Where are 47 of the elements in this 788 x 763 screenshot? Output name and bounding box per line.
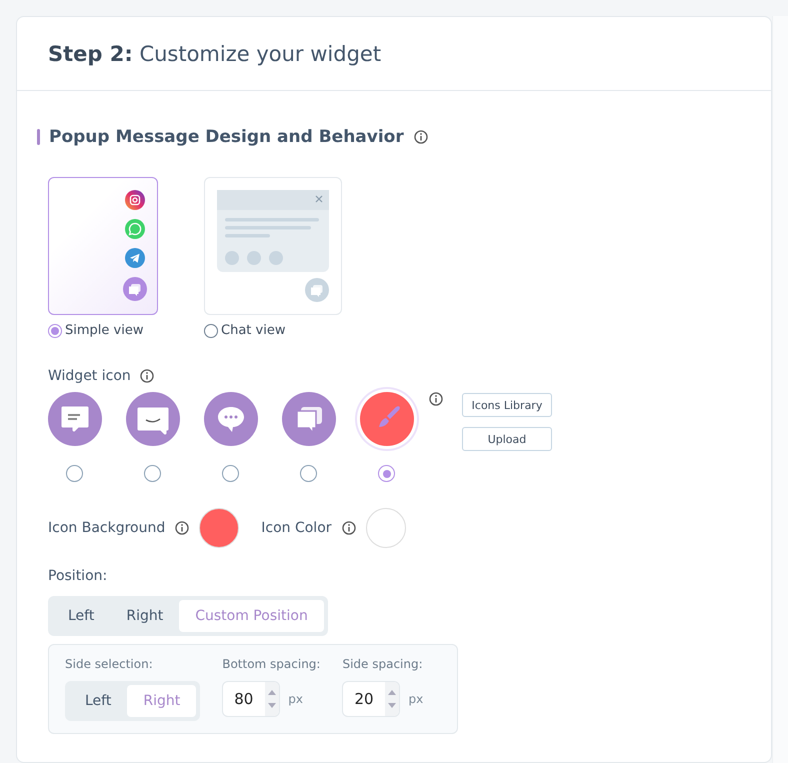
info-icon xyxy=(414,130,428,144)
radio-label: Simple view xyxy=(65,323,144,338)
info-icon xyxy=(140,369,154,383)
widget-dots-icon[interactable] xyxy=(204,392,258,446)
icons-library-button[interactable]: Icons Library xyxy=(462,393,552,417)
info-icon xyxy=(342,521,356,535)
radio-button[interactable] xyxy=(66,465,83,482)
unit-label: px xyxy=(408,692,424,706)
segment-tab[interactable]: Left xyxy=(69,685,128,717)
field-label: Icon Color xyxy=(261,520,332,536)
radio-label: Chat view xyxy=(221,323,286,338)
widget-stack-icon[interactable] xyxy=(282,392,336,446)
color-swatch[interactable] xyxy=(199,508,240,548)
number-input[interactable]: 80 xyxy=(222,681,280,717)
radio-button[interactable] xyxy=(48,324,62,338)
widget-smile-icon[interactable] xyxy=(126,392,180,446)
unit-label: px xyxy=(288,692,303,706)
radio-button[interactable] xyxy=(378,465,395,482)
field-label: Widget icon xyxy=(48,368,131,384)
field-label: Side selection: xyxy=(65,657,154,671)
widget-brush-icon[interactable] xyxy=(360,392,414,446)
telegram-icon xyxy=(125,248,145,268)
instagram-icon xyxy=(125,190,145,210)
radio-button[interactable] xyxy=(144,465,161,482)
radio-button[interactable] xyxy=(300,465,317,482)
field-label: Side spacing: xyxy=(342,657,424,671)
view-preview[interactable] xyxy=(48,177,158,315)
chat-icon xyxy=(123,277,147,301)
color-swatch[interactable] xyxy=(366,508,406,548)
radio-button[interactable] xyxy=(222,465,239,482)
field-label: Position: xyxy=(48,568,108,584)
field-label: Bottom spacing: xyxy=(222,657,320,671)
spinner-icon xyxy=(385,682,400,716)
field-label: Icon Background xyxy=(48,520,166,536)
whatsapp-icon xyxy=(125,219,145,239)
page-title: Step 2: Customize your widget xyxy=(48,42,382,66)
segment-tab[interactable]: Right xyxy=(110,600,180,632)
section-title: Popup Message Design and Behavior xyxy=(49,127,404,147)
segment-tab[interactable]: Left xyxy=(52,600,110,632)
widget-lines-icon[interactable] xyxy=(48,392,102,446)
radio-button[interactable] xyxy=(204,324,218,338)
number-input[interactable]: 20 xyxy=(342,681,400,717)
upload-button[interactable]: Upload xyxy=(462,427,552,451)
spinner-icon xyxy=(265,682,280,716)
info-icon xyxy=(429,392,443,406)
info-icon xyxy=(175,521,190,535)
accent-bar xyxy=(37,129,40,145)
